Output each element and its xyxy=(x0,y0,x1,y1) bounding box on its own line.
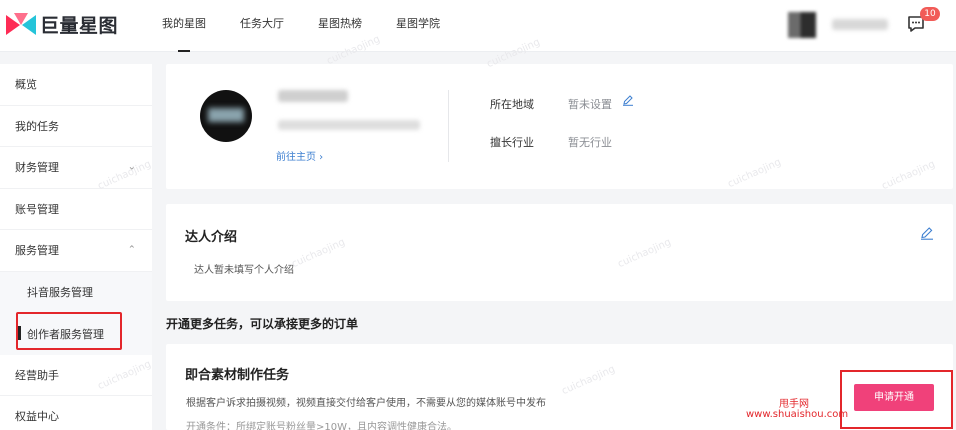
sidebar-item-benefits[interactable]: 权益中心 xyxy=(0,396,152,430)
nav-my-xingtu[interactable]: 我的星图 xyxy=(162,0,206,52)
industry-label: 擅长行业 xyxy=(490,136,534,149)
profile-card: 前往主页 › 所在地域 暂未设置 擅长行业 暂无行业 xyxy=(166,64,953,189)
watermark-url: www.shuaishou.com xyxy=(746,409,849,420)
industry-value: 暂无行业 xyxy=(568,136,612,149)
brand-logo[interactable]: 巨量星图 xyxy=(6,11,118,38)
sidebar-item-my-tasks[interactable]: 我的任务 xyxy=(0,106,152,147)
nav-academy[interactable]: 星图学院 xyxy=(396,0,440,52)
intro-card: 达人介绍 达人暂未填写个人介绍 xyxy=(166,204,953,301)
sidebar-item-label: 财务管理 xyxy=(15,161,59,175)
profile-avatar xyxy=(200,90,252,142)
goto-home-link[interactable]: 前往主页 › xyxy=(276,148,323,163)
sidebar-item-business-assistant[interactable]: 经营助手 xyxy=(0,355,152,396)
top-bar: 巨量星图 我的星图 任务大厅 星图热榜 星图学院 10 xyxy=(0,0,956,52)
brand-logo-icon xyxy=(6,12,36,35)
intro-title: 达人介绍 xyxy=(185,230,238,245)
intro-text: 达人暂未填写个人介绍 xyxy=(194,265,294,276)
message-count-badge: 10 xyxy=(920,7,940,21)
sidebar-item-service[interactable]: 服务管理 ⌃ xyxy=(0,230,152,272)
sidebar-sub-douyin-service[interactable]: 抖音服务管理 xyxy=(0,271,152,313)
edit-location-icon[interactable] xyxy=(622,94,634,106)
profile-name-blurred xyxy=(278,90,348,102)
sidebar-item-overview[interactable]: 概览 xyxy=(0,64,152,106)
chevron-up-icon: ⌃ xyxy=(127,244,136,256)
user-name-blurred[interactable] xyxy=(832,19,888,30)
sidebar-sub-creator-service[interactable]: 创作者服务管理 xyxy=(0,313,152,355)
profile-meta-blurred xyxy=(278,120,420,130)
sidebar-item-finance[interactable]: 财务管理 ⌄ xyxy=(0,147,152,189)
watermark-site: 甩手网 xyxy=(779,399,809,410)
task-condition: 开通条件：所绑定账号粉丝量>10W，且内容调性健康合法。 xyxy=(186,422,457,430)
task-description: 根据客户诉求拍摄视频，视频直接交付给客户使用，不需要从您的媒体账号中发布 xyxy=(186,398,546,409)
task-title: 即合素材制作任务 xyxy=(185,368,290,383)
nav-task-hall[interactable]: 任务大厅 xyxy=(240,0,284,52)
sidebar-item-account[interactable]: 账号管理 xyxy=(0,189,152,230)
sidebar-item-label: 服务管理 xyxy=(15,244,59,258)
location-value: 暂未设置 xyxy=(568,98,612,111)
edit-intro-icon[interactable] xyxy=(920,226,934,240)
top-nav: 我的星图 任务大厅 星图热榜 星图学院 xyxy=(162,0,474,52)
brand-name: 巨量星图 xyxy=(40,15,119,37)
chevron-down-icon: ⌄ xyxy=(127,161,136,173)
nav-hot-list[interactable]: 星图热榜 xyxy=(318,0,362,52)
apply-open-button[interactable]: 申请开通 xyxy=(854,384,934,411)
open-more-heading: 开通更多任务，可以承接更多的订单 xyxy=(166,317,359,331)
location-label: 所在地域 xyxy=(490,98,534,111)
sidebar: 概览 我的任务 财务管理 ⌄ 账号管理 服务管理 ⌃ 抖音服务管理 创作者服务管… xyxy=(0,64,152,430)
user-avatar[interactable] xyxy=(788,12,816,38)
divider xyxy=(448,90,449,162)
